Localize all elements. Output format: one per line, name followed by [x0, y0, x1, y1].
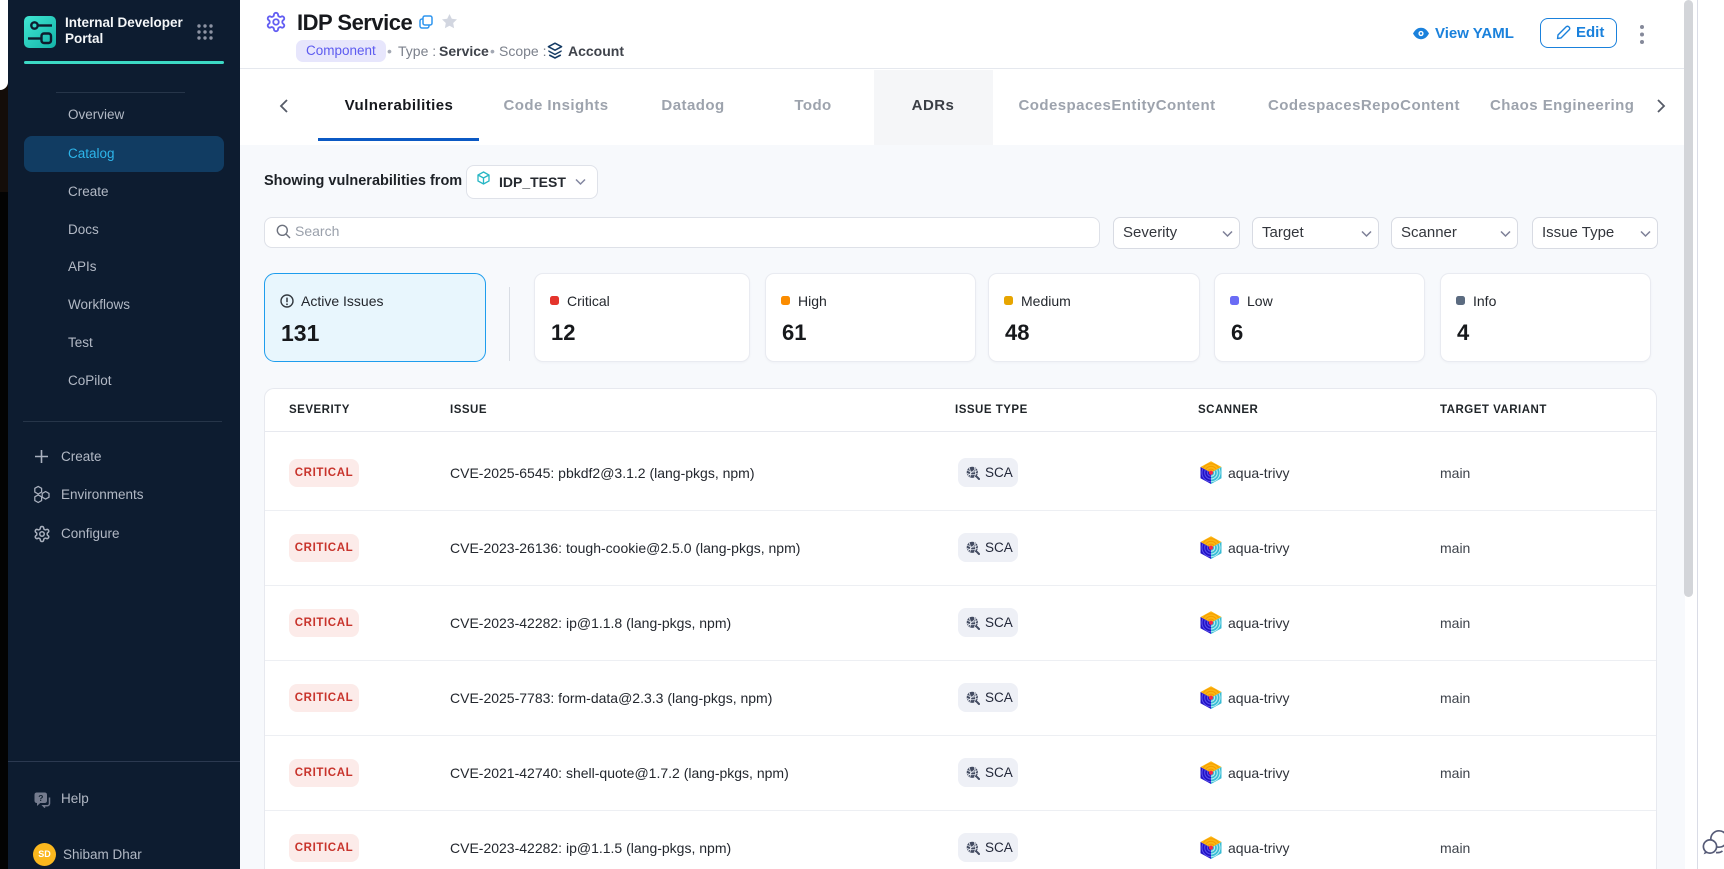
- svg-text:?: ?: [38, 793, 43, 803]
